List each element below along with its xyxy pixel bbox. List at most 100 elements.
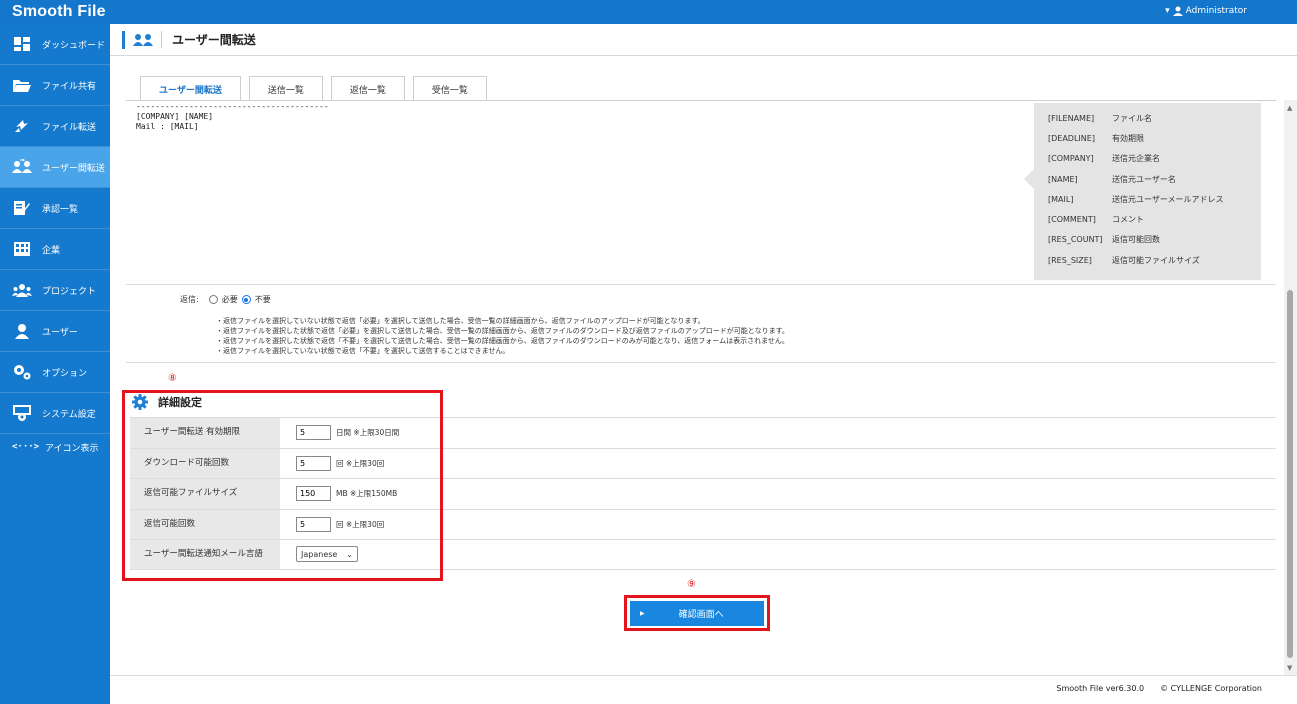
tab-bar: ユーザー間転送 送信一覧 返信一覧 受信一覧: [140, 76, 495, 101]
sidebar-item-user-transfer[interactable]: ユーザー間転送: [0, 147, 110, 188]
reply-required-radio[interactable]: [208, 295, 218, 304]
reply-not-required-radio[interactable]: [241, 295, 251, 304]
reply-setting: 返信: 必要 不要: [180, 294, 271, 305]
variable-desc: 返信可能回数: [1112, 235, 1160, 245]
sidebar-item-label: ユーザー: [42, 327, 78, 338]
mail-template-text[interactable]: ----------------------------------------…: [136, 102, 329, 132]
variable-row: [NAME] 送信元ユーザー名: [1048, 169, 1261, 189]
tab-divider: [126, 100, 1276, 101]
variable-row: [COMPANY] 送信元企業名: [1048, 149, 1261, 169]
scrollbar-thumb[interactable]: [1287, 290, 1293, 658]
annotation-marker-8: ⑧: [168, 373, 177, 384]
sidebar-item-file-transfer[interactable]: ファイル転送: [0, 106, 110, 147]
variable-row: [MAIL] 送信元ユーザーメールアドレス: [1048, 189, 1261, 209]
variable-row: [RES_SIZE] 返信可能ファイルサイズ: [1048, 250, 1261, 270]
sidebar-item-user[interactable]: ユーザー: [0, 311, 110, 352]
user-transfer-icon: [12, 158, 32, 176]
variable-row: [RES_COUNT] 返信可能回数: [1048, 230, 1261, 250]
reply-label: 返信:: [180, 295, 199, 304]
sidebar-item-file-share[interactable]: ファイル共有: [0, 65, 110, 106]
reply-note: ・返信ファイルを選択した状態で返信「不要」を選択して送信した場合、受信一覧の詳細…: [216, 337, 789, 345]
sidebar-item-company[interactable]: 企業: [0, 229, 110, 270]
sidebar-item-approval-list[interactable]: 承認一覧: [0, 188, 110, 229]
variable-key: [DEADLINE]: [1048, 133, 1095, 143]
scroll-down-icon[interactable]: ▼: [1287, 664, 1292, 672]
user-icon: [1172, 6, 1183, 16]
company-icon: [12, 240, 32, 258]
variable-key: [RES_COUNT]: [1048, 235, 1103, 245]
variable-row: [FILENAME] ファイル名: [1048, 108, 1261, 128]
variable-desc: 送信元ユーザーメールアドレス: [1112, 194, 1224, 204]
section-divider: [126, 362, 1276, 363]
variable-desc: 有効期限: [1112, 133, 1144, 143]
reply-notes: ・返信ファイルを選択していない状態で返信「必要」を選択して送信した場合、受信一覧…: [216, 316, 789, 356]
sidebar-item-label: ファイル転送: [42, 122, 97, 133]
highlight-box-detail-settings: [122, 390, 443, 581]
sidebar-item-label: システム設定: [42, 409, 96, 420]
variables-help-box: [FILENAME] ファイル名 [DEADLINE] 有効期限 [COMPANY]…: [1024, 103, 1261, 280]
sidebar-item-label: オプション: [42, 368, 88, 379]
annotation-marker-9: ⑨: [687, 579, 696, 590]
user-transfer-icon: [133, 32, 153, 48]
sidebar-item-label: ユーザー間転送: [42, 163, 105, 174]
sidebar-item-label: 企業: [42, 245, 61, 256]
sidebar-item-label: ダッシュボード: [42, 40, 106, 51]
footer: Smooth File ver6.30.0 © CYLLENGE Corpora…: [110, 675, 1297, 704]
variable-desc: 送信元企業名: [1112, 154, 1160, 164]
sidebar: ダッシュボード ファイル共有 ファイル転送 ユーザー間転送 承認一覧 企業 プロ…: [0, 24, 110, 704]
variable-key: [FILENAME]: [1048, 113, 1095, 123]
variable-key: [COMPANY]: [1048, 154, 1094, 164]
variable-key: [MAIL]: [1048, 194, 1074, 204]
tab-received-list[interactable]: 受信一覧: [412, 76, 487, 101]
reply-note: ・返信ファイルを選択していない状態で返信「不要」を選択して送信することはできませ…: [216, 347, 510, 355]
dropdown-arrow-icon: ▾: [1165, 6, 1170, 16]
confirm-screen-button[interactable]: ▶ 確認画面へ: [630, 601, 764, 626]
sidebar-item-options[interactable]: オプション: [0, 352, 110, 393]
project-icon: [12, 281, 32, 299]
variable-desc: 返信可能ファイルサイズ: [1112, 255, 1200, 265]
sidebar-item-label: プロジェクト: [42, 286, 97, 297]
sidebar-item-dashboard[interactable]: ダッシュボード: [0, 24, 110, 65]
template-divider: ----------------------------------------: [136, 102, 329, 111]
reply-required-label[interactable]: 必要: [222, 294, 238, 305]
reply-note: ・返信ファイルを選択した状態で返信「必要」を選択して送信した場合、受信一覧の詳細…: [216, 327, 789, 335]
variable-row: [COMMENT] コメント: [1048, 209, 1261, 229]
confirm-button-label: 確認画面へ: [678, 610, 724, 620]
user-icon: [12, 322, 32, 340]
variable-row: [DEADLINE] 有効期限: [1048, 128, 1261, 148]
main-content: ユーザー間転送 送信一覧 返信一覧 受信一覧 -----------------…: [110, 57, 1284, 675]
sidebar-icon-toggle[interactable]: <···> アイコン表示: [0, 434, 110, 460]
user-menu[interactable]: ▾ Administrator: [1165, 6, 1247, 16]
version-label: Smooth File ver6.30.0: [1056, 684, 1145, 693]
sidebar-item-system-settings[interactable]: システム設定: [0, 393, 110, 434]
transfer-icon: [12, 117, 32, 135]
top-bar: Smooth File ▾ Administrator: [0, 0, 1297, 24]
folder-icon: [12, 76, 32, 94]
sidebar-item-project[interactable]: プロジェクト: [0, 270, 110, 311]
expand-collapse-icon: <···>: [12, 442, 40, 452]
system-settings-icon: [12, 404, 32, 422]
variable-key: [RES_SIZE]: [1048, 255, 1092, 265]
tab-user-transfer[interactable]: ユーザー間転送: [140, 76, 241, 101]
variable-key: [NAME]: [1048, 174, 1078, 184]
options-icon: [12, 363, 32, 381]
sidebar-item-label: 承認一覧: [42, 204, 79, 215]
copyright-label: © CYLLENGE Corporation: [1160, 684, 1262, 693]
page-header: ユーザー間転送: [110, 24, 1297, 56]
section-divider: [126, 284, 1276, 285]
reply-not-required-label[interactable]: 不要: [255, 294, 271, 305]
user-name: Administrator: [1185, 6, 1247, 16]
vertical-scrollbar[interactable]: ▲ ▼: [1284, 100, 1297, 675]
variable-desc: コメント: [1112, 215, 1144, 225]
template-line: [COMPANY] [NAME]: [136, 112, 214, 121]
dashboard-icon: [12, 35, 32, 53]
tab-sent-list[interactable]: 送信一覧: [248, 76, 323, 101]
header-accent-bar: [122, 30, 125, 49]
sidebar-item-label: アイコン表示: [45, 443, 99, 454]
scroll-up-icon[interactable]: ▲: [1287, 104, 1292, 112]
sidebar-item-label: ファイル共有: [42, 81, 97, 92]
page-title: ユーザー間転送: [161, 31, 256, 48]
variable-key: [COMMENT]: [1048, 215, 1096, 225]
app-logo[interactable]: Smooth File: [12, 3, 106, 21]
tab-reply-list[interactable]: 返信一覧: [330, 76, 405, 101]
